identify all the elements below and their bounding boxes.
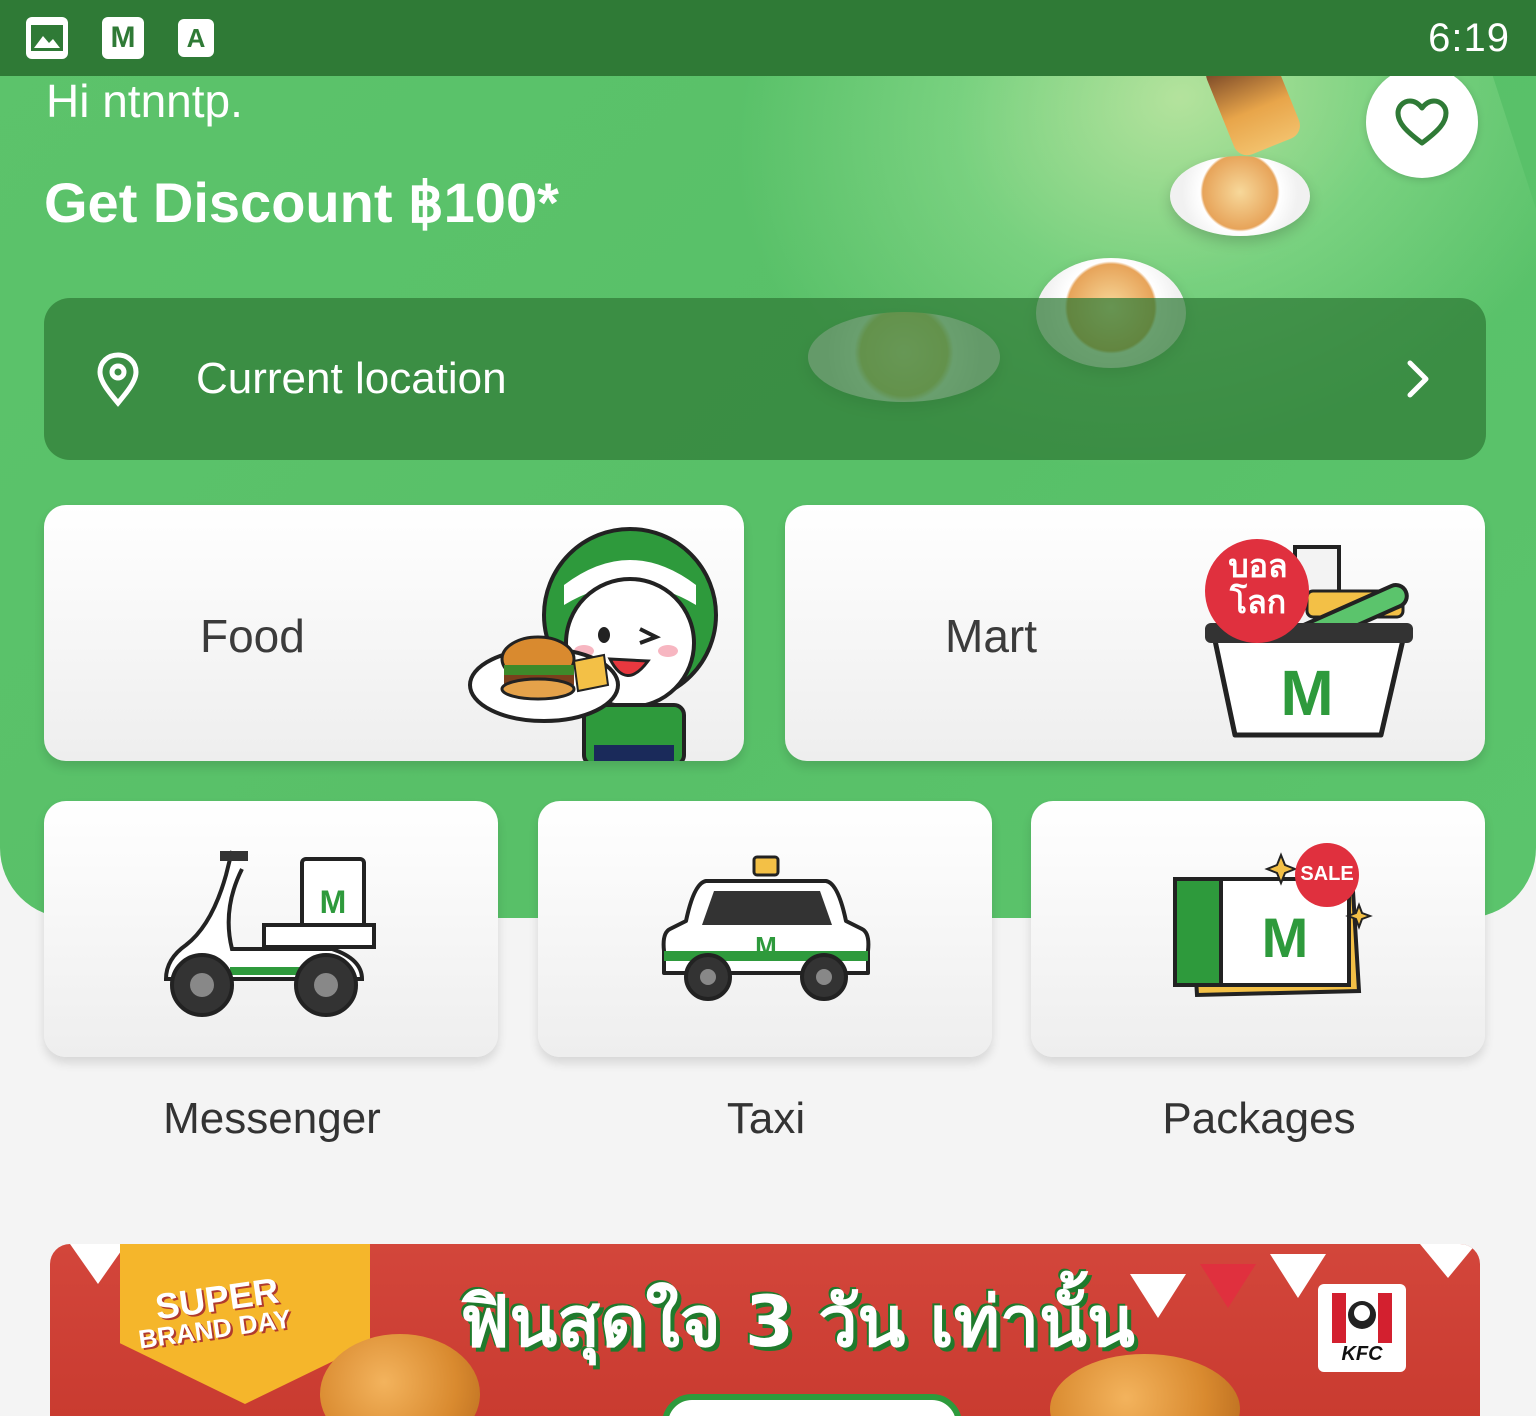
kfc-text: KFC xyxy=(1341,1343,1383,1365)
svg-text:M: M xyxy=(1280,657,1333,729)
taxi-service-card[interactable]: M xyxy=(538,801,992,1057)
location-label: Current location xyxy=(196,354,507,403)
promo-badge-line1: บอล xyxy=(1228,547,1288,585)
svg-text:M: M xyxy=(320,884,347,920)
scooter-icon: M xyxy=(163,850,376,1017)
taxi-label: Taxi xyxy=(726,1094,806,1143)
chevron-right-icon xyxy=(1407,360,1429,398)
packages-label: Packages xyxy=(1162,1094,1356,1143)
food-plate-image xyxy=(1170,156,1310,236)
banner-headline: ฟินสุดใจ 3 วัน เท่านั้น xyxy=(460,1281,1135,1363)
rider-mascot-illustration xyxy=(468,527,718,761)
greeting-text: Hi ntnntp. xyxy=(46,75,243,127)
sale-badge: SALE xyxy=(1300,863,1354,885)
messenger-service-card[interactable]: M xyxy=(44,801,498,1057)
food-label: Food xyxy=(200,610,305,662)
gallery-icon xyxy=(26,17,68,59)
messenger-label: Messenger xyxy=(163,1094,381,1143)
promo-title[interactable]: Get Discount ฿100* xyxy=(44,170,559,236)
packages-service-card[interactable]: M SALE xyxy=(1031,801,1485,1057)
favorites-button[interactable] xyxy=(1366,66,1478,178)
status-bar: M A 6:19 xyxy=(0,0,1536,76)
app-a-icon: A xyxy=(178,19,214,57)
promo-banner[interactable]: SUPER BRAND DAY ฟินสุดใจ 3 วัน เท่านั้น … xyxy=(50,1244,1480,1416)
pennant-flag xyxy=(70,1244,126,1284)
taxi-icon: M xyxy=(661,855,871,1001)
kfc-logo: KFC xyxy=(1318,1284,1406,1372)
heart-icon xyxy=(1395,98,1449,146)
mart-label: Mart xyxy=(945,610,1037,662)
food-service-card[interactable]: Food xyxy=(44,505,744,761)
pennant-flag xyxy=(1420,1244,1476,1278)
clock: 6:19 xyxy=(1428,15,1510,60)
pennant-flag xyxy=(1130,1274,1186,1318)
svg-text:M: M xyxy=(1262,906,1309,969)
location-selector[interactable]: Current location xyxy=(44,298,1486,460)
promo-badge-line2: โลก xyxy=(1229,583,1287,621)
mart-service-card[interactable]: Mart M บอล โลก xyxy=(785,505,1485,761)
banner-cta-button[interactable] xyxy=(662,1394,962,1416)
lineman-app-icon: M xyxy=(102,17,144,59)
pennant-flag xyxy=(1200,1264,1256,1308)
location-pin-icon xyxy=(97,352,139,407)
svg-text:M: M xyxy=(755,931,777,961)
